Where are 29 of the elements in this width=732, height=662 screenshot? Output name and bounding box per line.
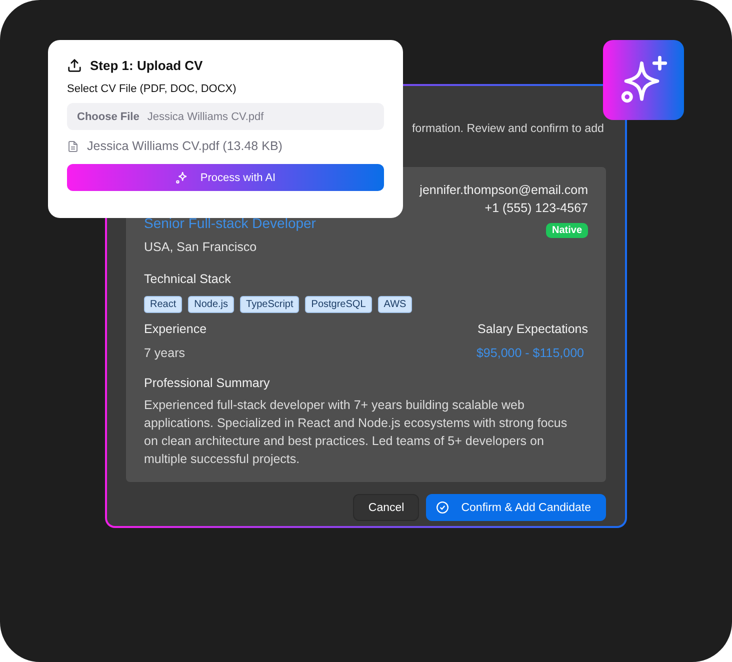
salary-heading: Salary Expectations xyxy=(478,322,588,336)
experience-value: 7 years xyxy=(144,346,185,360)
phone: +1 (555) 123-4567 xyxy=(484,200,588,217)
language-badge: Native xyxy=(546,223,588,238)
job-title: Senior Full-stack Developer xyxy=(144,215,316,231)
tech-tag: TypeScript xyxy=(240,296,300,313)
file-input[interactable]: Choose File Jessica Williams CV.pdf xyxy=(67,103,384,130)
tech-tag: PostgreSQL xyxy=(305,296,372,313)
confirm-button[interactable]: Confirm & Add Candidate xyxy=(426,494,606,521)
field-label: Select CV File (PDF, DOC, DOCX) xyxy=(67,83,238,95)
tech-tag: AWS xyxy=(378,296,412,313)
upload-icon xyxy=(67,58,82,73)
email: jennifer.thompson@email.com xyxy=(420,182,588,199)
salary-value: $95,000 - $115,000 xyxy=(476,346,584,360)
dialog-description: formation. Review and confirm to add xyxy=(412,122,604,135)
tech-tag: Node.js xyxy=(188,296,234,313)
document-icon xyxy=(67,140,79,152)
summary-heading: Professional Summary xyxy=(144,376,271,390)
cancel-button[interactable]: Cancel xyxy=(353,494,420,521)
location: USA, San Francisco xyxy=(144,240,257,254)
summary-text: Experienced full-stack developer with 7+ years building scalable web applications. Specialized in React and Node.js ecosystems with strong focus on clean architecture and best practices. Led teams of 5+ developers on multiple successful projects. xyxy=(144,397,568,468)
file-info: Jessica Williams CV.pdf (13.48 KB) xyxy=(87,139,282,153)
check-circle-icon xyxy=(436,501,450,514)
panel-title: Step 1: Upload CV xyxy=(90,58,203,73)
sparkles-icon xyxy=(175,171,188,184)
tech-tag: React xyxy=(144,296,182,313)
experience-heading: Experience xyxy=(144,322,207,336)
stack-heading: Technical Stack xyxy=(144,272,232,286)
process-button[interactable]: Process with AI xyxy=(67,164,384,191)
